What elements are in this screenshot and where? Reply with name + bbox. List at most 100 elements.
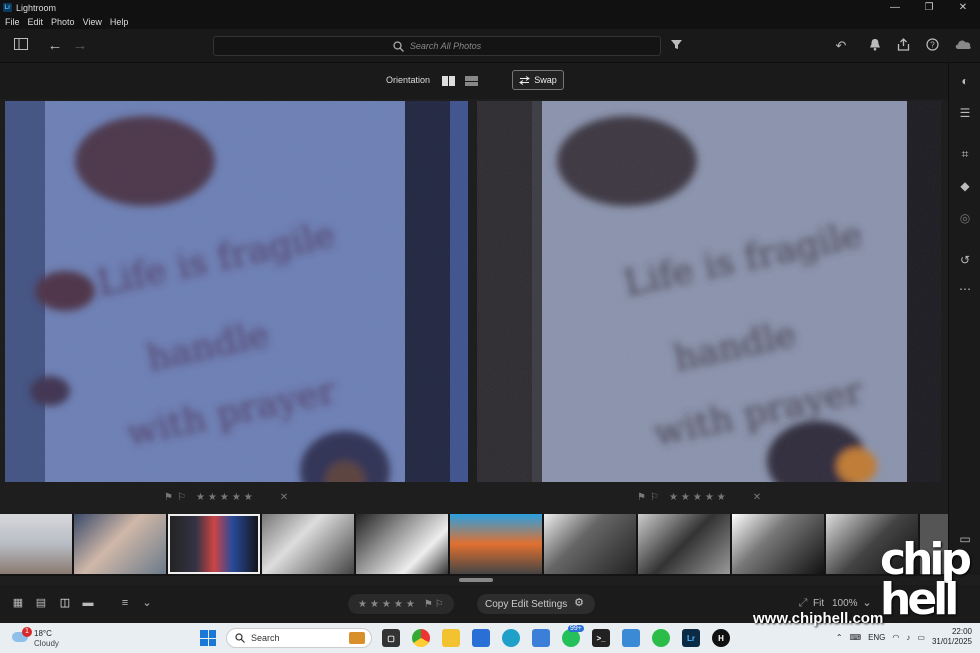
menu-photo[interactable]: Photo (51, 17, 75, 27)
clear-rating-icon[interactable]: ✕ (753, 492, 761, 503)
search-highlight-icon (349, 632, 365, 644)
back-arrow-icon[interactable]: ← (47, 38, 63, 54)
zoom-value[interactable]: 100% (832, 598, 858, 609)
system-tray: ⌃ ⌨ ENG ◠ ♪ ▭ 22:00 31/01/2025 (836, 627, 972, 647)
copy-settings-gear-icon[interactable]: ⚙ (572, 597, 586, 609)
filmstrip-scroll-handle[interactable] (459, 578, 493, 582)
windows-taskbar: 1 18°C Cloudy Search ▢ 99+ >_ Lr H ⌃ ⌨ E… (0, 623, 980, 653)
bottom-star-rating[interactable]: ★★★★★ (358, 599, 418, 610)
fit-label[interactable]: Fit (813, 598, 824, 609)
clock[interactable]: 22:00 31/01/2025 (932, 627, 972, 647)
sync-icon[interactable]: ⤢ (796, 597, 810, 609)
compare-photo-left[interactable]: Life is fragile handle with prayer (5, 101, 468, 482)
compare-photo-right[interactable]: Life is fragile handle with prayer (477, 101, 941, 482)
restore-button[interactable]: ❐ (912, 0, 946, 15)
left-rating-row: ⚑ ⚐ ★★★★★ ✕ (164, 492, 288, 503)
share-icon[interactable] (895, 38, 911, 54)
wifi-icon[interactable]: ◠ (892, 633, 899, 642)
healing-eraser-icon[interactable]: ◆ (957, 178, 973, 194)
window-controls: — ❐ ✕ (878, 0, 980, 15)
square-grid-view-icon[interactable]: ▦ (11, 597, 25, 609)
more-options-icon[interactable]: ⋯ (957, 281, 973, 297)
battery-icon[interactable]: ▭ (917, 633, 925, 642)
flag-reject-icon[interactable]: ⚐ (650, 492, 659, 503)
wechat-icon[interactable] (652, 629, 670, 647)
filmstrip-thumbnail[interactable] (638, 514, 730, 574)
top-toolbar: ← → Search All Photos ↶ ? (0, 29, 980, 63)
weather-temperature: 18°C (34, 629, 52, 638)
edit-presets-icon[interactable]: ◐ (957, 73, 973, 89)
svg-text:?: ? (930, 41, 935, 50)
filmstrip-thumbnail[interactable] (356, 514, 448, 574)
bottom-flag-reject-icon[interactable]: ⚐ (435, 599, 444, 610)
filmstrip-thumbnail-selected[interactable] (168, 514, 260, 574)
tray-chevron-up-icon[interactable]: ⌃ (836, 633, 843, 642)
menu-help[interactable]: Help (110, 17, 129, 27)
flag-pick-icon[interactable]: ⚑ (164, 492, 173, 503)
search-input[interactable]: Search All Photos (213, 36, 661, 56)
weather-widget[interactable]: 1 18°C Cloudy (10, 626, 70, 650)
flag-pick-icon[interactable]: ⚑ (637, 492, 646, 503)
filmstrip-thumbnail[interactable] (732, 514, 824, 574)
clock-time: 22:00 (951, 627, 972, 636)
loupe-view-icon[interactable]: ▬ (81, 597, 95, 609)
whatsapp-badge: 99+ (568, 625, 584, 632)
panel-toggle-icon[interactable] (13, 38, 29, 54)
menu-view[interactable]: View (83, 17, 102, 27)
weather-condition: Cloudy (34, 639, 59, 648)
taskbar-search-box[interactable]: Search (226, 628, 372, 648)
taskbar-search-icon (235, 633, 245, 643)
file-explorer-icon[interactable] (442, 629, 460, 647)
filmstrip (0, 514, 948, 576)
swap-arrows-icon (519, 75, 531, 85)
adjust-sliders-icon[interactable]: ☰ (957, 105, 973, 121)
sort-icon[interactable]: ≡ (118, 597, 132, 609)
minimize-button[interactable]: — (878, 0, 912, 15)
edge-icon[interactable] (502, 629, 520, 647)
notepad-icon[interactable] (622, 629, 640, 647)
sort-chevron-down-icon[interactable]: ⌄ (140, 597, 154, 609)
bottom-flag-pick-icon[interactable]: ⚑ (424, 599, 433, 610)
clear-rating-icon[interactable]: ✕ (280, 492, 288, 503)
menu-edit[interactable]: Edit (28, 17, 44, 27)
windows-start-icon[interactable] (200, 630, 216, 646)
filter-icon[interactable] (668, 38, 684, 54)
language-indicator[interactable]: ENG (868, 633, 885, 642)
photos-app-icon[interactable] (532, 629, 550, 647)
swap-label: Swap (534, 75, 557, 85)
zoom-chevron-down-icon[interactable]: ⌄ (860, 597, 874, 609)
app-h-icon[interactable]: H (712, 629, 730, 647)
forward-arrow-icon[interactable]: → (72, 38, 88, 54)
filmstrip-thumbnail[interactable] (544, 514, 636, 574)
lightroom-taskbar-icon[interactable]: Lr (682, 629, 700, 647)
grid-view-icon[interactable]: ▤ (34, 597, 48, 609)
star-rating[interactable]: ★★★★★ (669, 492, 729, 503)
filmstrip-thumbnail[interactable] (450, 514, 542, 574)
copy-edit-settings-label: Copy Edit Settings (485, 598, 568, 610)
close-window-button[interactable]: ✕ (946, 0, 980, 15)
microsoft-store-icon[interactable] (472, 629, 490, 647)
filmstrip-thumbnail[interactable] (0, 514, 72, 574)
task-view-icon[interactable]: ▢ (382, 629, 400, 647)
terminal-icon[interactable]: >_ (592, 629, 610, 647)
filmstrip-thumbnail[interactable] (262, 514, 354, 574)
side-by-side-icon[interactable] (442, 76, 455, 86)
menu-file[interactable]: File (5, 17, 20, 27)
help-icon[interactable]: ? (924, 38, 940, 54)
history-icon[interactable]: ↺ (957, 252, 973, 268)
compare-view-icon[interactable]: ◫ (58, 597, 72, 609)
top-bottom-icon[interactable] (465, 76, 478, 86)
notifications-bell-icon[interactable] (867, 38, 883, 54)
filmstrip-thumbnail[interactable] (74, 514, 166, 574)
keyboard-icon[interactable]: ⌨ (850, 633, 862, 642)
masking-icon[interactable]: ◎ (957, 210, 973, 226)
cloud-sync-icon[interactable] (953, 38, 973, 54)
chrome-icon[interactable] (412, 629, 430, 647)
undo-icon[interactable]: ↶ (833, 38, 849, 54)
crop-icon[interactable]: ⌗ (957, 146, 973, 162)
flag-reject-icon[interactable]: ⚐ (177, 492, 186, 503)
star-rating[interactable]: ★★★★★ (196, 492, 256, 503)
volume-icon[interactable]: ♪ (906, 633, 910, 642)
swap-button[interactable]: Swap (512, 70, 564, 90)
orientation-label: Orientation (386, 75, 431, 85)
